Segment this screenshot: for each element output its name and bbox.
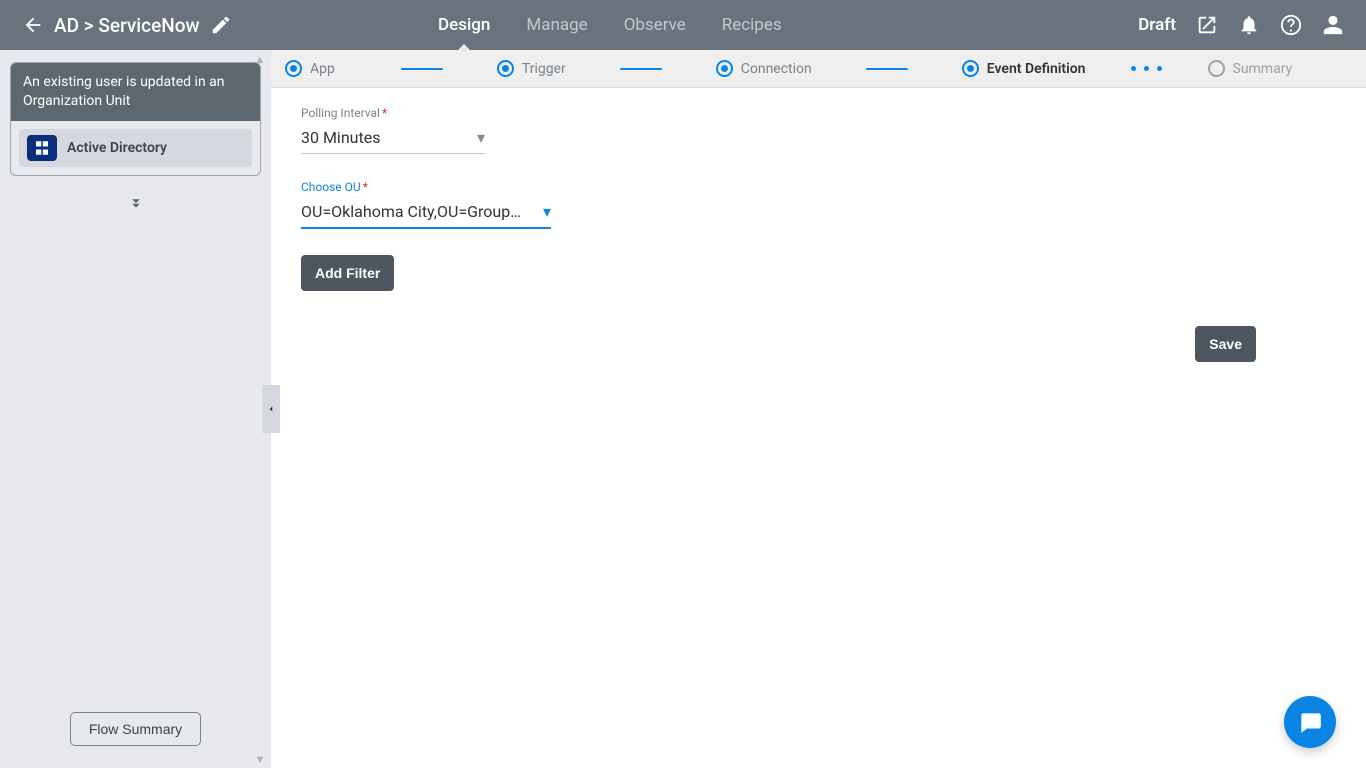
step-trigger[interactable]: Trigger bbox=[497, 60, 566, 77]
step-summary[interactable]: Summary bbox=[1208, 60, 1293, 77]
choose-ou-label: Choose OU* bbox=[301, 180, 551, 194]
selected-app-name: Active Directory bbox=[67, 140, 167, 156]
sidebar-expand-toggle[interactable] bbox=[0, 194, 271, 212]
flow-summary-button[interactable]: Flow Summary bbox=[70, 712, 201, 746]
primary-nav: Design Manage Observe Recipes bbox=[420, 0, 800, 50]
choose-ou-field: Choose OU* OU=Oklahoma City,OU=Groups,DC… bbox=[301, 180, 551, 229]
chevron-down-icon: ▾ bbox=[543, 202, 551, 221]
sidebar-scroll-up[interactable]: ▲ bbox=[252, 53, 268, 65]
step-label: Connection bbox=[741, 61, 812, 77]
profile-icon[interactable] bbox=[1322, 14, 1344, 36]
step-label: Summary bbox=[1233, 61, 1293, 77]
header-right: Draft bbox=[1138, 14, 1366, 36]
polling-interval-label: Polling Interval* bbox=[301, 106, 551, 120]
flow-status: Draft bbox=[1138, 15, 1176, 35]
nav-manage[interactable]: Manage bbox=[508, 0, 605, 50]
selected-app-row[interactable]: Active Directory bbox=[19, 129, 252, 167]
polling-interval-select[interactable]: 30 Minutes ▾ bbox=[301, 124, 485, 154]
sidebar: ▲ ▼ An existing user is updated in an Or… bbox=[0, 50, 271, 768]
stepper: App Trigger Connection Event Definition … bbox=[271, 50, 1366, 88]
content-area: App Trigger Connection Event Definition … bbox=[271, 50, 1366, 768]
back-button[interactable] bbox=[22, 14, 44, 36]
choose-ou-select[interactable]: OU=Oklahoma City,OU=Groups,DC=… ▾ bbox=[301, 198, 551, 229]
step-connector bbox=[401, 68, 443, 70]
step-connector bbox=[620, 68, 662, 70]
sidebar-scroll-down[interactable]: ▼ bbox=[252, 753, 268, 765]
save-button[interactable]: Save bbox=[1195, 326, 1256, 362]
help-icon[interactable] bbox=[1280, 14, 1302, 36]
notifications-icon[interactable] bbox=[1238, 14, 1260, 36]
chat-fab[interactable] bbox=[1284, 696, 1336, 748]
add-filter-button[interactable]: Add Filter bbox=[301, 255, 394, 291]
polling-interval-value: 30 Minutes bbox=[301, 128, 380, 147]
nav-observe[interactable]: Observe bbox=[606, 0, 704, 50]
page-title: AD > ServiceNow bbox=[54, 14, 200, 37]
choose-ou-value: OU=Oklahoma City,OU=Groups,DC=… bbox=[301, 202, 523, 221]
step-event-definition[interactable]: Event Definition bbox=[962, 60, 1086, 77]
trigger-card[interactable]: An existing user is updated in an Organi… bbox=[10, 62, 261, 176]
step-connector bbox=[866, 68, 908, 70]
nav-recipes[interactable]: Recipes bbox=[704, 0, 800, 50]
step-label: Event Definition bbox=[987, 61, 1086, 77]
step-label: Trigger bbox=[522, 61, 566, 77]
step-connector-dots bbox=[1126, 68, 1168, 70]
chevron-down-icon: ▾ bbox=[477, 128, 485, 147]
open-external-icon[interactable] bbox=[1196, 14, 1218, 36]
step-app[interactable]: App bbox=[285, 60, 335, 77]
nav-design[interactable]: Design bbox=[420, 0, 508, 50]
app-header: AD > ServiceNow Design Manage Observe Re… bbox=[0, 0, 1366, 50]
polling-interval-field: Polling Interval* 30 Minutes ▾ bbox=[301, 106, 551, 154]
step-label: App bbox=[310, 61, 335, 77]
header-left: AD > ServiceNow bbox=[0, 14, 300, 37]
sidebar-collapse-handle[interactable] bbox=[262, 385, 280, 433]
step-connection[interactable]: Connection bbox=[716, 60, 812, 77]
active-directory-icon bbox=[27, 135, 57, 161]
event-definition-form: Polling Interval* 30 Minutes ▾ Choose OU… bbox=[271, 88, 1366, 309]
trigger-card-title: An existing user is updated in an Organi… bbox=[11, 63, 260, 121]
edit-title-button[interactable] bbox=[210, 14, 232, 36]
